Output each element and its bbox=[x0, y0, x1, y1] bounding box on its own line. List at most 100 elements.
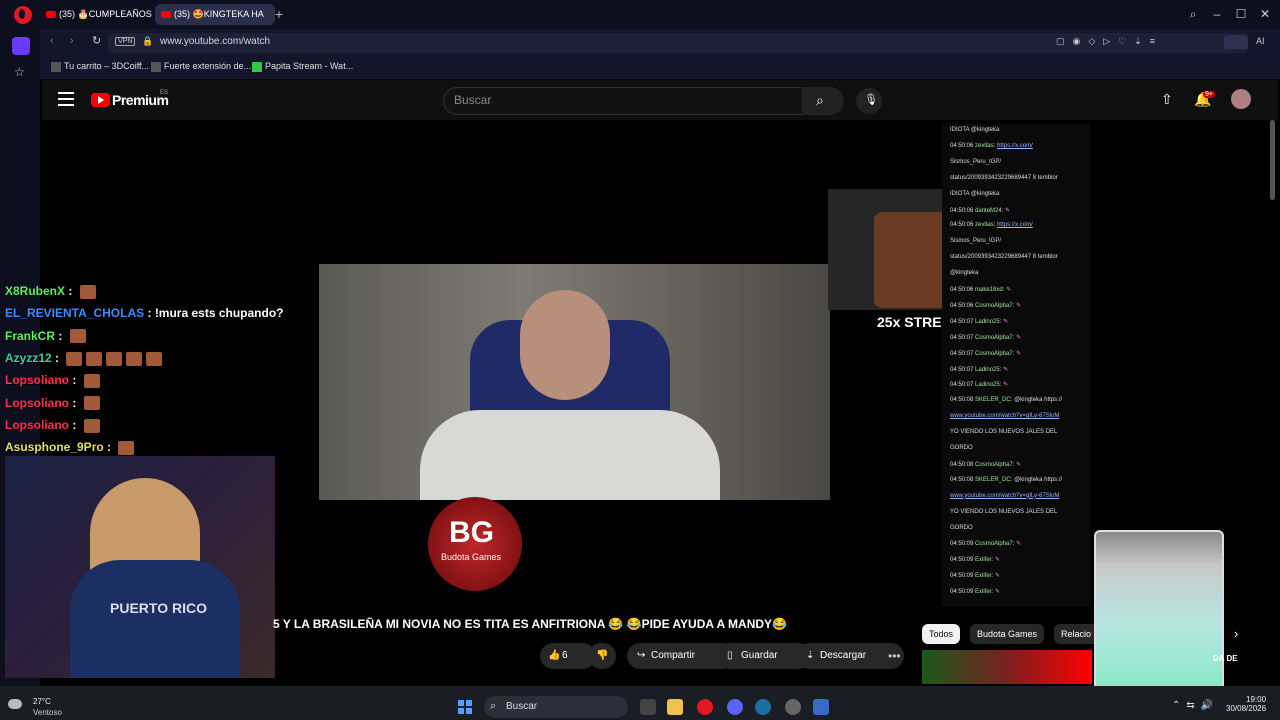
url-text[interactable]: www.youtube.com/watch bbox=[160, 36, 270, 47]
chat-message: 04:50:07 CosmoAlpha7: ✎ bbox=[950, 350, 1022, 357]
chat-username: X8RubenX bbox=[5, 284, 66, 298]
file-explorer-icon[interactable] bbox=[667, 699, 683, 715]
chat-username: CosmoAlpha7 bbox=[975, 541, 1013, 548]
star-icon[interactable]: ☆ bbox=[14, 65, 25, 79]
ai-button[interactable]: AI bbox=[1256, 36, 1265, 46]
chat-username: Asusphone_9Pro bbox=[5, 440, 104, 455]
chat-timestamp: 04:50:06 bbox=[950, 222, 974, 229]
extensions-icon[interactable] bbox=[1224, 35, 1248, 49]
chat-message: status/2009393423229689447 8 temblor bbox=[950, 175, 1058, 181]
more-actions-icon[interactable]: ••• bbox=[888, 649, 901, 663]
taskbar-clock[interactable]: 19:00 30/08/2026 bbox=[1226, 695, 1266, 713]
microphone-icon: 🎙 bbox=[864, 94, 878, 106]
chat-separator: : bbox=[69, 373, 80, 388]
bookmark-item[interactable]: Fuerte extensión de... bbox=[151, 61, 251, 72]
thumbs-down-icon: 👎 bbox=[596, 650, 609, 661]
overlay-chat-line: FrankCR : bbox=[5, 329, 86, 344]
emote-icon bbox=[106, 351, 123, 366]
youtube-logo-icon[interactable] bbox=[91, 93, 110, 107]
chat-message: 04:50:08 CosmoAlpha7: ✎ bbox=[950, 461, 1022, 468]
opera-logo-icon[interactable] bbox=[14, 6, 32, 24]
search-placeholder: Buscar bbox=[454, 93, 492, 107]
task-view-icon[interactable] bbox=[640, 699, 656, 715]
chat-text: www.youtube.com/watch?v=gILy-67SluM bbox=[950, 492, 1060, 499]
dislike-button[interactable]: 👎 bbox=[588, 643, 616, 669]
toolbar-icons[interactable]: ▢◉◇▷♡⇣≡ bbox=[1056, 36, 1163, 47]
download-label: Descargar bbox=[820, 650, 867, 661]
chat-message: 04:50:06 make18xd: ✎ bbox=[950, 287, 1012, 293]
chat-timestamp: 04:50:07 bbox=[950, 382, 974, 389]
windows-start-icon[interactable] bbox=[458, 700, 472, 714]
browser-search-icon[interactable]: ⌕ bbox=[1185, 7, 1201, 22]
chat-separator: : bbox=[55, 328, 66, 343]
close-button[interactable]: ✕ bbox=[1257, 7, 1273, 21]
chat-username: Exlifer bbox=[975, 573, 992, 580]
chat-separator: : bbox=[69, 395, 80, 410]
home-icon[interactable] bbox=[12, 37, 30, 55]
weather-cloud-icon[interactable] bbox=[8, 699, 22, 709]
notification-count-badge: 9+ bbox=[1203, 91, 1215, 98]
chat-username: zevitas bbox=[975, 222, 994, 229]
tab-cumpleanos[interactable]: (35) 🎂CUMPLEAÑOS FE bbox=[40, 4, 158, 25]
chat-username: zevitas bbox=[975, 142, 994, 149]
search-button[interactable]: ⌕ bbox=[802, 87, 844, 115]
chat-text: status/2009393423229689447 8 temblor bbox=[950, 254, 1058, 261]
chat-username: CosmoAlpha7 bbox=[975, 461, 1013, 468]
chat-timestamp: 04:50:09 bbox=[950, 573, 974, 580]
emote-icon: ✎ bbox=[995, 557, 1001, 564]
steam-icon[interactable] bbox=[755, 699, 771, 715]
back-icon[interactable]: ‹ bbox=[50, 35, 54, 47]
chat-message: 04:50:09 CosmoAlpha7: ✎ bbox=[950, 541, 1022, 548]
chip-relacionados[interactable]: Relacio bbox=[1054, 624, 1099, 644]
new-tab-button[interactable]: + bbox=[272, 7, 286, 21]
upload-icon[interactable]: ⇧ bbox=[1161, 91, 1173, 108]
emote-icon: ✎ bbox=[1003, 382, 1009, 389]
forward-icon[interactable]: › bbox=[70, 35, 74, 47]
chat-message: 04:50:06 danteM24: ✎ bbox=[950, 207, 1011, 214]
settings-gear-icon[interactable] bbox=[785, 699, 801, 715]
tab-label: (35) 🤩KINGTEKA HA bbox=[174, 9, 264, 19]
chat-username: Exlifer bbox=[975, 557, 992, 564]
app-icon[interactable] bbox=[813, 699, 829, 715]
chat-username: Lopsoliano bbox=[5, 373, 69, 388]
hamburger-menu-icon[interactable] bbox=[58, 92, 74, 106]
chat-timestamp: 04:50:06 bbox=[950, 142, 974, 149]
chevron-right-icon[interactable]: › bbox=[1234, 626, 1238, 641]
logo-text: BG bbox=[449, 516, 494, 549]
minimize-button[interactable]: – bbox=[1209, 7, 1225, 21]
chat-separator: : bbox=[103, 440, 115, 455]
weather-condition: Ventoso bbox=[33, 708, 62, 717]
vpn-badge[interactable]: VPN bbox=[115, 37, 136, 46]
system-tray-icons[interactable]: ⌃⇆🔊 bbox=[1172, 700, 1219, 711]
bookmark-favicon-icon bbox=[151, 61, 161, 72]
chip-todos[interactable]: Todos bbox=[922, 624, 961, 644]
chat-message: IDIOTA @kingteka bbox=[950, 127, 999, 133]
recommended-thumbnail[interactable] bbox=[922, 650, 1092, 684]
chat-timestamp: 04:50:06 bbox=[950, 207, 974, 214]
emote-icon: ✎ bbox=[995, 589, 1001, 596]
discord-icon[interactable] bbox=[727, 699, 743, 715]
chat-text: IDIOTA @kingteka bbox=[950, 190, 1000, 197]
thumbs-up-icon: 👍 bbox=[548, 650, 561, 661]
taskbar-search-label: Buscar bbox=[506, 701, 538, 712]
tab-kingteka[interactable]: (35) 🤩KINGTEKA HA bbox=[155, 4, 275, 25]
chat-message: YO VIENDO LOS NUEVOS JALES DEL bbox=[950, 509, 1057, 515]
side-text-fragment: DA DE bbox=[1213, 654, 1238, 663]
search-input[interactable] bbox=[443, 87, 803, 115]
microphone-button[interactable]: 🎙 bbox=[856, 88, 882, 114]
bookmark-item[interactable]: Papita Stream - Wat... bbox=[252, 61, 353, 72]
avatar[interactable] bbox=[1231, 89, 1251, 109]
opera-icon[interactable] bbox=[697, 699, 713, 715]
logo-subtext: Budota Games bbox=[441, 552, 502, 562]
chat-username: Azyzz12 bbox=[5, 350, 52, 365]
reload-icon[interactable]: ↻ bbox=[92, 34, 101, 47]
scrollbar[interactable] bbox=[1270, 120, 1275, 200]
chip-budota-games[interactable]: Budota Games bbox=[970, 624, 1045, 644]
share-icon: ↪ bbox=[637, 650, 646, 661]
weather-temp[interactable]: 27°C bbox=[33, 697, 51, 706]
streamer-head bbox=[520, 290, 610, 400]
bookmark-item[interactable]: Tu carrito – 3DCoiff... bbox=[51, 61, 149, 72]
maximize-button[interactable]: ☐ bbox=[1233, 7, 1249, 21]
download-icon: ⇣ bbox=[806, 650, 815, 661]
chat-timestamp: 04:50:09 bbox=[950, 589, 974, 596]
